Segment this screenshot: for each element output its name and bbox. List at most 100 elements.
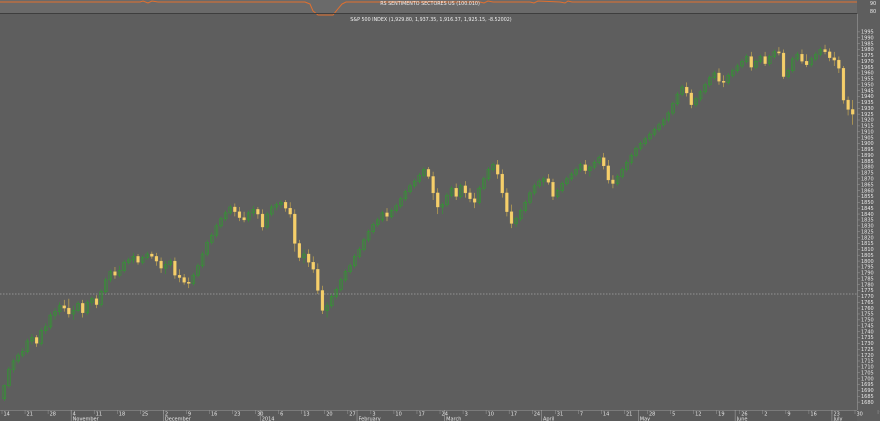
top-panel-tick-90: 90 [870,1,876,7]
candle-body-down [182,277,186,283]
candle-body-down [150,253,154,257]
candle-body-down [385,212,389,217]
candle-body-down [242,217,246,221]
candle-body-down [546,178,550,183]
candle-body-down [805,61,809,65]
candle-body-down [159,260,163,269]
x-day-label: 16 [810,412,816,418]
candle-body-down [551,182,555,197]
candle-body-down [583,164,587,171]
candle-body-down [837,59,841,69]
candle-body-down [828,51,832,58]
candle [781,49,786,79]
y-tick-label: 1680 [861,400,874,406]
candle-body-down [293,213,297,244]
stock-chart: RS SENTIMENTO SECTORES US (100.010) 90 8… [0,0,880,421]
x-day-label: 16 [211,412,217,418]
candle-body-down [173,260,177,276]
candle-body-down [297,243,301,258]
candle-body-down [177,275,182,278]
candle-body-down [846,99,850,110]
candle-body-down [283,202,288,209]
candle-body-down [509,211,514,224]
candle-body-down [311,262,315,270]
candle-body-down [316,269,320,291]
x-day-label: 10 [488,412,494,418]
top-indicator-panel: RS SENTIMENTO SECTORES US (100.010) 90 8… [0,0,876,16]
candle-body-down [606,165,610,181]
x-day-label: 19 [718,412,724,418]
x-day-label: 7 [580,412,583,418]
candle-body-down [800,54,804,62]
candle-body-down [777,51,781,54]
candle-body-down [505,192,509,212]
candle-body-down [473,198,477,203]
x-month-label: February [359,417,381,421]
x-month-label: December [165,417,192,421]
candle-body-down [454,188,458,197]
x-day-label: 17 [511,412,517,418]
top-panel-tick-80: 80 [870,9,876,15]
candle-body-down [260,213,265,228]
x-day-label: 18 [119,412,125,418]
x-day-label: 20 [326,412,332,418]
candle-body-down [35,337,39,344]
x-day-label: 28 [50,412,56,418]
x-day-label: 21 [626,412,632,418]
chart-title: S&P 500 INDEX (1,929.80, 1,937.35, 1,916… [350,17,512,23]
x-day-label: 10 [395,412,401,418]
candle-body-down [602,157,606,167]
candle-body-down [823,49,827,53]
candle-body-down [233,206,237,212]
candle-body-down [749,56,753,68]
x-month-label: 2014 [262,417,275,421]
candle-body-down [307,253,311,263]
candle-body-down [81,303,85,313]
x-axis-band [0,410,857,421]
x-day-label: 2 [764,412,767,418]
candle-body-down [717,72,721,82]
x-month-label: November [73,417,100,421]
candle-body-down [763,56,767,64]
x-day-label: 23 [234,412,240,418]
candle-body-down [832,57,836,61]
x-month-label: May [640,417,650,421]
x-day-label: 12 [695,412,701,418]
candle-body-down [463,185,467,194]
candle-body-down [237,211,242,218]
candle-body-down [500,173,504,194]
x-month-label: April [543,417,554,421]
x-day-label: 5 [672,412,675,418]
x-month-label: June [736,417,748,421]
candle-body-down [67,307,71,315]
candle [841,65,846,104]
x-month-label: July [832,417,842,421]
x-day-label: 3 [465,412,468,418]
candle-body-down [496,164,500,175]
candle-body-down [689,92,693,105]
candle-body-down [722,81,726,83]
candle-body-down [431,176,435,194]
x-day-label: 27 [349,412,355,418]
candle-body-down [187,282,191,284]
candle-body-down [113,271,117,276]
x-day-label: 14 [4,412,10,418]
candle-body-down [468,192,472,199]
candle-body-down [685,86,689,94]
x-day-label: 21 [27,412,33,418]
candle-body-down [841,68,846,101]
candle-body-down [62,305,66,309]
x-day-label: 24 [534,412,540,418]
x-day-label: 30 [857,412,863,418]
candle-body-down [611,179,615,184]
x-day-label: 13 [303,412,309,418]
x-day-label: 25 [142,412,148,418]
x-day-label: 14 [603,412,609,418]
x-day-label: 17 [418,412,424,418]
candle-body-down [436,192,440,208]
candle-body-down [320,290,325,311]
top-panel-title: RS SENTIMENTO SECTORES US (100.010) [380,1,480,7]
candle-body-down [94,298,99,305]
x-day-label: 6 [280,412,283,418]
candle-body-down [288,208,292,215]
